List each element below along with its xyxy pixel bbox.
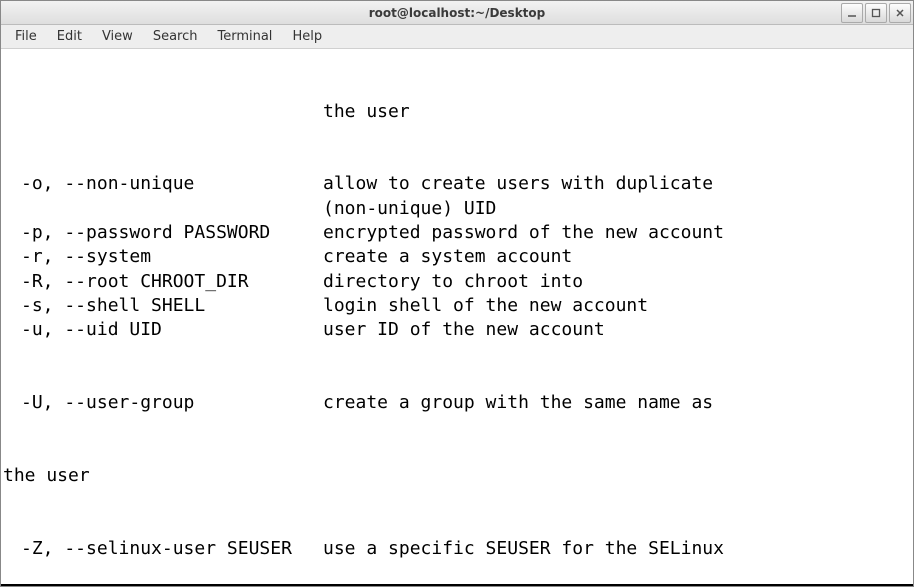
- maximize-icon: [871, 8, 881, 18]
- opt-flag: -r, --system: [3, 245, 323, 269]
- minimize-button[interactable]: [841, 3, 863, 23]
- titlebar: root@localhost:~/Desktop: [1, 1, 913, 25]
- opt-row: -o, --non-uniqueallow to create users wi…: [3, 172, 911, 221]
- opt-row: -p, --password PASSWORDencrypted passwor…: [3, 221, 911, 245]
- terminal-scrollback: the user -o, --non-uniqueallow to create…: [1, 49, 913, 584]
- opt-desc: login shell of the new account: [323, 294, 911, 318]
- opt-row: -r, --systemcreate a system account: [3, 245, 911, 269]
- menu-help[interactable]: Help: [282, 27, 332, 46]
- opt-flag: -R, --root CHROOT_DIR: [3, 270, 323, 294]
- opt-flag: -u, --uid UID: [3, 318, 323, 342]
- window-title: root@localhost:~/Desktop: [1, 6, 913, 20]
- menu-search[interactable]: Search: [143, 27, 208, 46]
- opt-row: -s, --shell SHELLlogin shell of the new …: [3, 294, 911, 318]
- menu-view[interactable]: View: [92, 27, 143, 46]
- terminal-area[interactable]: the user -o, --non-uniqueallow to create…: [1, 49, 913, 586]
- opt-desc: encrypted password of the new account: [323, 221, 911, 245]
- opt-top-cont: the user: [3, 100, 911, 124]
- opt-row: -R, --root CHROOT_DIRdirectory to chroot…: [3, 270, 911, 294]
- opt-row: -u, --uid UIDuser ID of the new account: [3, 318, 911, 342]
- window-controls: [841, 1, 913, 25]
- opt-desc: user ID of the new account: [323, 318, 911, 342]
- close-button[interactable]: [889, 3, 911, 23]
- opt-flag: -p, --password PASSWORD: [3, 221, 323, 245]
- opt-desc: allow to create users with duplicate (no…: [323, 172, 911, 221]
- opt-user-group-b: the user: [3, 464, 911, 488]
- minimize-icon: [847, 8, 857, 18]
- terminal-active[interactable]: [root@localhost Desktop]# useradd westos…: [1, 584, 913, 586]
- menubar: File Edit View Search Terminal Help: [1, 25, 913, 49]
- opt-desc: create a system account: [323, 245, 911, 269]
- opt-selinux-a: -Z, --selinux-user SEUSER use a specific…: [3, 537, 911, 561]
- opt-desc: directory to chroot into: [323, 270, 911, 294]
- opt-flag: -s, --shell SHELL: [3, 294, 323, 318]
- opt-user-group-a: -U, --user-group create a group with the…: [3, 391, 911, 415]
- close-icon: [895, 8, 905, 18]
- menu-edit[interactable]: Edit: [47, 27, 92, 46]
- menu-file[interactable]: File: [5, 27, 47, 46]
- menu-terminal[interactable]: Terminal: [207, 27, 282, 46]
- maximize-button[interactable]: [865, 3, 887, 23]
- opt-flag: -o, --non-unique: [3, 172, 323, 221]
